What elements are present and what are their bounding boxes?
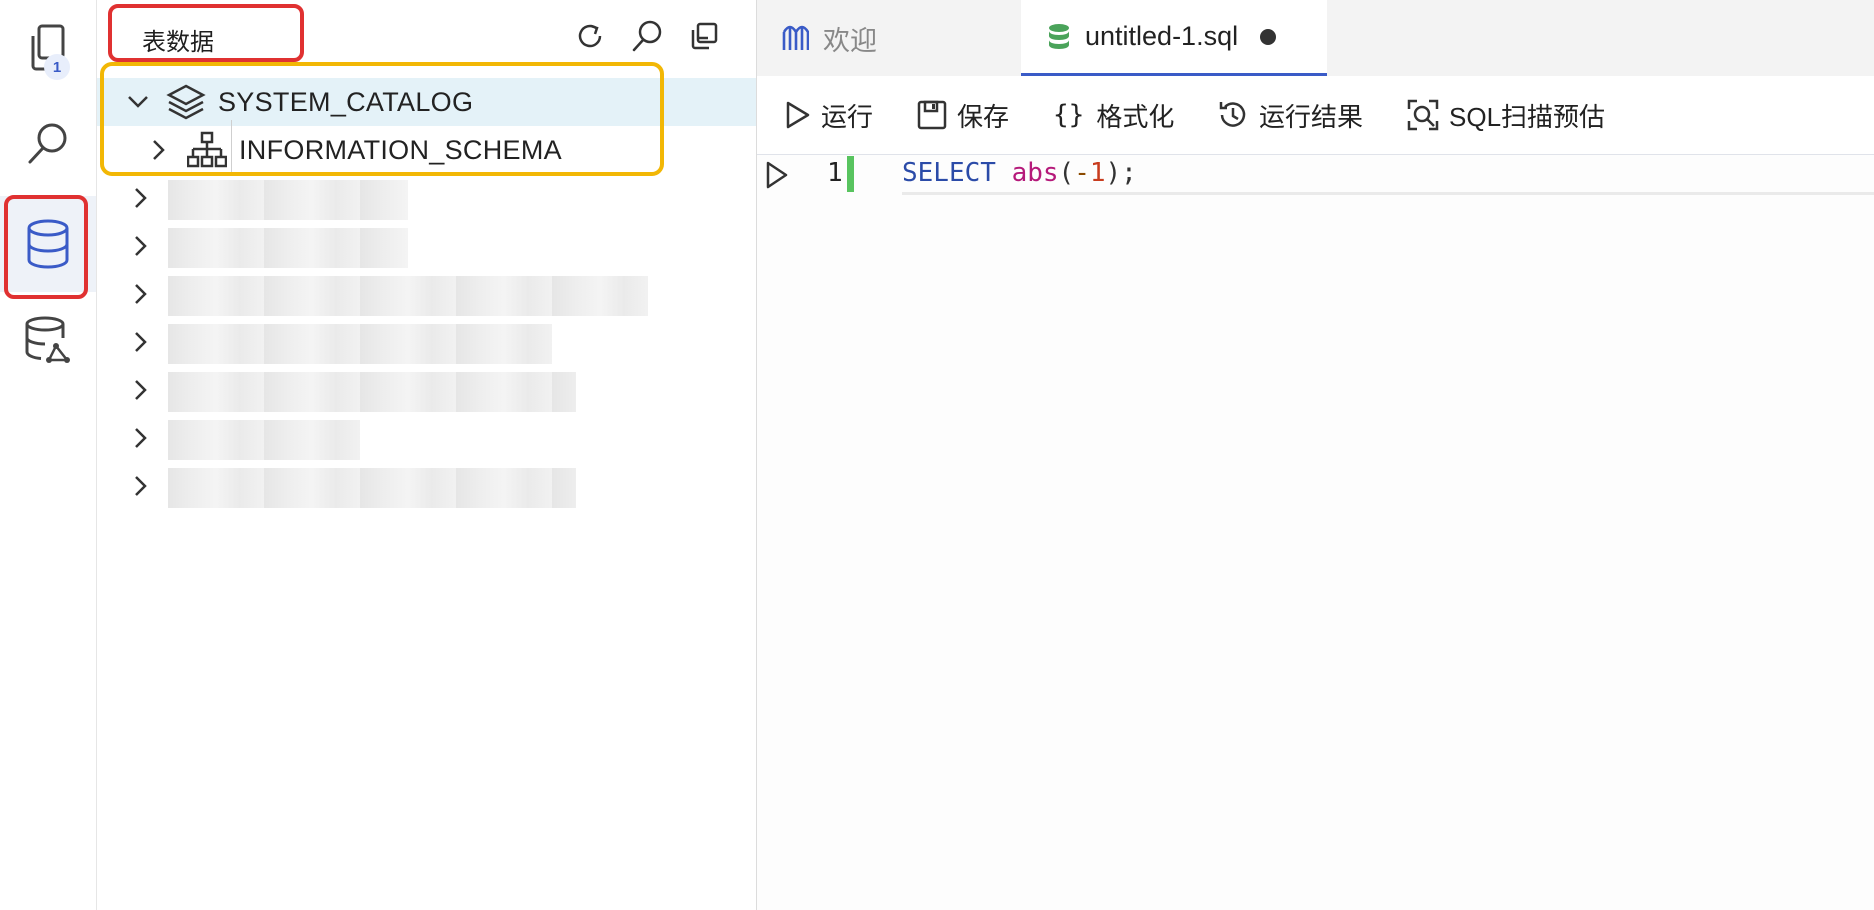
editor-toolbar: 运行 保存 {} 格式化 运行结果 SQL扫描预估 (757, 76, 1874, 155)
chevron-right-icon[interactable] (145, 136, 173, 164)
refresh-button[interactable] (570, 16, 610, 56)
refresh-icon (578, 24, 602, 48)
redacted-label (168, 324, 552, 364)
tab-label: untitled-1.sql (1085, 21, 1239, 51)
save-label: 保存 (957, 101, 1010, 132)
chevron-right-icon[interactable] (127, 376, 155, 404)
code-minus: - (1074, 158, 1090, 188)
sql-scan-label: SQL扫描预估 (1449, 101, 1606, 132)
tab-bar: 欢迎 untitled-1.sql (757, 0, 1874, 76)
activity-bar: 1 (0, 0, 97, 910)
panel-title: 表数据 (142, 29, 214, 56)
table-data-panel: 表数据 SYSTEM_CATALOG INFORMATION_SCHEMA (97, 0, 757, 910)
history-icon (1219, 102, 1246, 127)
braces-icon: {} (1053, 100, 1085, 130)
chevron-right-icon[interactable] (127, 328, 155, 356)
code-function: abs (1011, 158, 1059, 188)
run-line-icon[interactable] (765, 160, 789, 190)
sql-scan-estimate-button[interactable]: SQL扫描预估 (1407, 96, 1605, 134)
database-button[interactable] (0, 196, 96, 292)
run-results-label: 运行结果 (1259, 101, 1364, 132)
database-network-icon (25, 316, 70, 363)
tree-item-label: SYSTEM_CATALOG (218, 86, 474, 117)
redacted-label (168, 228, 408, 268)
chevron-right-icon[interactable] (127, 472, 155, 500)
chevron-right-icon[interactable] (127, 424, 155, 452)
tree-item-system-catalog[interactable]: SYSTEM_CATALOG (97, 78, 756, 126)
redacted-label (168, 420, 360, 460)
search-icon (632, 20, 662, 52)
redacted-label (168, 372, 576, 412)
run-label: 运行 (821, 101, 874, 132)
tab-label: 欢迎 (823, 25, 877, 56)
database-icon (1049, 23, 1069, 49)
database-network-button[interactable] (0, 292, 96, 388)
search-tree-button[interactable] (627, 16, 667, 56)
unsaved-dot-icon[interactable] (1260, 28, 1277, 45)
code-number: 1 (1089, 158, 1106, 188)
redacted-label (168, 180, 408, 220)
chevron-right-icon[interactable] (127, 232, 155, 260)
run-results-button[interactable]: 运行结果 (1217, 96, 1363, 134)
collapse-all-icon (691, 22, 718, 50)
redacted-label (168, 276, 648, 316)
code-keyword: SELECT (902, 158, 996, 188)
scan-search-icon (1407, 99, 1439, 131)
tab-welcome[interactable]: 欢迎 (757, 0, 1021, 76)
collapse-all-button[interactable] (684, 16, 724, 56)
tree-item-label: INFORMATION_SCHEMA (239, 134, 562, 165)
tab-untitled-sql[interactable]: untitled-1.sql (1021, 0, 1327, 76)
save-button[interactable]: 保存 (917, 96, 1009, 134)
redacted-label (168, 468, 576, 508)
explorer-files-button[interactable]: 1 (0, 0, 96, 96)
run-button[interactable]: 运行 (785, 96, 873, 134)
editor-area: 欢迎 untitled-1.sql 运行 保存 {} 格式化 运行结果 SQL扫… (757, 0, 1874, 910)
format-button[interactable]: {} 格式化 (1053, 96, 1174, 134)
format-label: 格式化 (1096, 101, 1175, 132)
code-line[interactable]: 1 SELECT abs(-1); (757, 154, 1874, 195)
chevron-down-icon[interactable] (124, 88, 152, 116)
code-open-paren: ( (1058, 158, 1075, 188)
code-close: ); (1105, 158, 1137, 188)
welcome-logo-icon (782, 25, 809, 50)
chevron-right-icon[interactable] (127, 184, 155, 212)
line-added-marker (847, 156, 854, 192)
sql-code[interactable]: SELECT abs(-1); (902, 158, 1137, 188)
search-button[interactable] (0, 96, 96, 192)
chevron-right-icon[interactable] (127, 280, 155, 308)
database-icon (27, 219, 69, 269)
search-icon (28, 123, 67, 164)
schema-icon (187, 131, 227, 168)
layers-icon (166, 84, 206, 120)
tree-item-information-schema[interactable]: INFORMATION_SCHEMA (97, 126, 756, 174)
save-icon (917, 100, 947, 130)
line-number: 1 (827, 158, 843, 188)
play-icon (786, 101, 810, 129)
explorer-badge: 1 (44, 54, 70, 80)
